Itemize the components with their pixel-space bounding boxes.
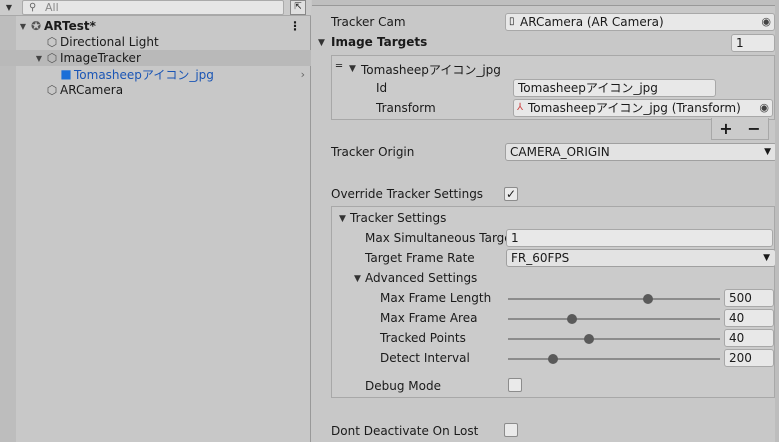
- object-picker-icon[interactable]: ◉: [759, 100, 769, 116]
- gameobject-cube-icon: ⬡: [46, 51, 58, 65]
- expand-arrow-icon[interactable]: ▼: [18, 22, 28, 31]
- remove-element-button[interactable]: −: [747, 119, 760, 138]
- tracker-origin-label: Tracker Origin: [331, 145, 415, 159]
- transform-value: Tomasheepアイコン_jpg (Transform): [528, 101, 741, 115]
- max-simultaneous-input[interactable]: 1: [506, 229, 773, 247]
- slider-value-input[interactable]: 40: [724, 329, 774, 347]
- slider-track[interactable]: [508, 314, 720, 324]
- hierarchy-item-label: ARCamera: [60, 83, 124, 97]
- slider-track[interactable]: [508, 334, 720, 344]
- dropdown-arrow-icon[interactable]: ▼: [0, 3, 18, 12]
- chevron-down-icon: ▼: [764, 147, 771, 157]
- slider-label: Tracked Points: [380, 331, 466, 345]
- slider-value-input[interactable]: 500: [724, 289, 774, 307]
- debug-mode-checkbox[interactable]: [508, 378, 522, 392]
- frame-rate-value: FR_60FPS: [511, 251, 570, 265]
- slider-label: Detect Interval: [380, 351, 470, 365]
- id-input[interactable]: Tomasheepアイコン_jpg: [513, 79, 716, 97]
- advanced-settings-label: Advanced Settings: [365, 271, 478, 285]
- inspector-scrollbar[interactable]: [775, 0, 779, 442]
- hierarchy-item-label: Tomasheepアイコン_jpg: [74, 67, 214, 82]
- transform-icon: ⅄: [517, 102, 524, 113]
- hierarchy-item[interactable]: ⬡ ARCamera: [0, 82, 311, 98]
- tracker-settings-label: Tracker Settings: [350, 211, 447, 225]
- chevron-down-icon: ▼: [763, 253, 770, 263]
- lock-icon[interactable]: ⇱: [290, 0, 306, 15]
- tracker-cam-field[interactable]: ▯ ARCamera (AR Camera) ◉: [505, 13, 775, 31]
- debug-mode-label: Debug Mode: [365, 379, 441, 393]
- override-checkbox[interactable]: ✓: [504, 187, 518, 201]
- more-options-icon[interactable]: ⋮: [289, 19, 301, 33]
- slider-thumb[interactable]: [583, 334, 594, 344]
- component-header: [312, 0, 779, 6]
- chevron-right-icon[interactable]: ›: [301, 68, 305, 81]
- dont-deactivate-label: Dont Deactivate On Lost: [331, 424, 479, 438]
- expand-arrow-icon[interactable]: ▼: [318, 38, 325, 48]
- transform-label: Transform: [376, 101, 436, 115]
- tracker-origin-dropdown[interactable]: CAMERA_ORIGIN ▼: [505, 143, 777, 161]
- search-icon: ⚲: [29, 2, 37, 13]
- prefab-cube-icon: ■: [60, 67, 72, 81]
- slider-label: Max Frame Area: [380, 311, 478, 325]
- frame-rate-dropdown[interactable]: FR_60FPS ▼: [506, 249, 776, 267]
- hierarchy-item-label: ImageTracker: [60, 51, 141, 65]
- unity-scene-icon: ✪: [30, 19, 42, 33]
- slider-thumb[interactable]: [566, 314, 577, 324]
- tracker-cam-value: ARCamera (AR Camera): [520, 15, 664, 29]
- tracker-settings-box: ▼ Tracker Settings Max Simultaneous Targ…: [331, 206, 776, 398]
- expand-arrow-icon[interactable]: ▼: [339, 214, 346, 224]
- override-label: Override Tracker Settings: [331, 187, 484, 201]
- tracker-cam-label: Tracker Cam: [331, 15, 406, 29]
- search-placeholder: All: [45, 1, 59, 14]
- slider-track[interactable]: [508, 354, 720, 364]
- image-targets-count-field[interactable]: 1: [731, 34, 775, 52]
- drag-handle-icon[interactable]: ═: [336, 61, 342, 72]
- dont-deactivate-checkbox[interactable]: [504, 423, 518, 437]
- image-targets-label: Image Targets: [331, 35, 428, 49]
- gameobject-cube-icon: ⬡: [46, 83, 58, 97]
- slider-label: Max Frame Length: [380, 291, 492, 305]
- add-element-button[interactable]: +: [719, 119, 732, 138]
- list-add-remove: + −: [711, 118, 769, 140]
- slider-track[interactable]: [508, 294, 720, 304]
- camera-icon: ▯: [509, 16, 515, 27]
- hierarchy-item[interactable]: ⬡ Directional Light: [0, 34, 311, 50]
- object-picker-icon[interactable]: ◉: [761, 14, 771, 30]
- expand-arrow-icon[interactable]: ▼: [349, 64, 356, 74]
- expand-arrow-icon[interactable]: ▼: [354, 274, 361, 284]
- hierarchy-item-prefab[interactable]: ■ Tomasheepアイコン_jpg ›: [0, 66, 311, 82]
- hierarchy-item-label: Directional Light: [60, 35, 159, 49]
- tracker-origin-value: CAMERA_ORIGIN: [510, 145, 610, 159]
- transform-field[interactable]: ⅄ Tomasheepアイコン_jpg (Transform) ◉: [513, 99, 773, 117]
- frame-rate-label: Target Frame Rate: [365, 251, 475, 265]
- hierarchy-panel: ▼ ⚲ All ⇱ ▼ ✪ ARTest* ⋮ ⬡ Directional Li…: [0, 0, 311, 442]
- scene-row[interactable]: ▼ ✪ ARTest* ⋮: [0, 18, 311, 34]
- slider-value-input[interactable]: 200: [724, 349, 774, 367]
- hierarchy-search-input[interactable]: ⚲ All: [22, 0, 284, 15]
- id-label: Id: [376, 81, 388, 95]
- max-simultaneous-label: Max Simultaneous Target: [365, 231, 506, 245]
- slider-thumb[interactable]: [642, 294, 653, 304]
- hierarchy-item-selected[interactable]: ▼ ⬡ ImageTracker: [0, 50, 311, 66]
- expand-arrow-icon[interactable]: ▼: [34, 54, 44, 63]
- image-targets-list: ═ ▼ Tomasheepアイコン_jpg Id Tomasheepアイコン_j…: [331, 55, 775, 120]
- slider-thumb[interactable]: [547, 354, 558, 364]
- element-name: Tomasheepアイコン_jpg: [361, 63, 501, 77]
- inspector-panel: Tracker Cam ▯ ARCamera (AR Camera) ◉ ▼ I…: [312, 0, 779, 442]
- gameobject-cube-icon: ⬡: [46, 35, 58, 49]
- slider-value-input[interactable]: 40: [724, 309, 774, 327]
- scene-name: ARTest*: [44, 19, 96, 33]
